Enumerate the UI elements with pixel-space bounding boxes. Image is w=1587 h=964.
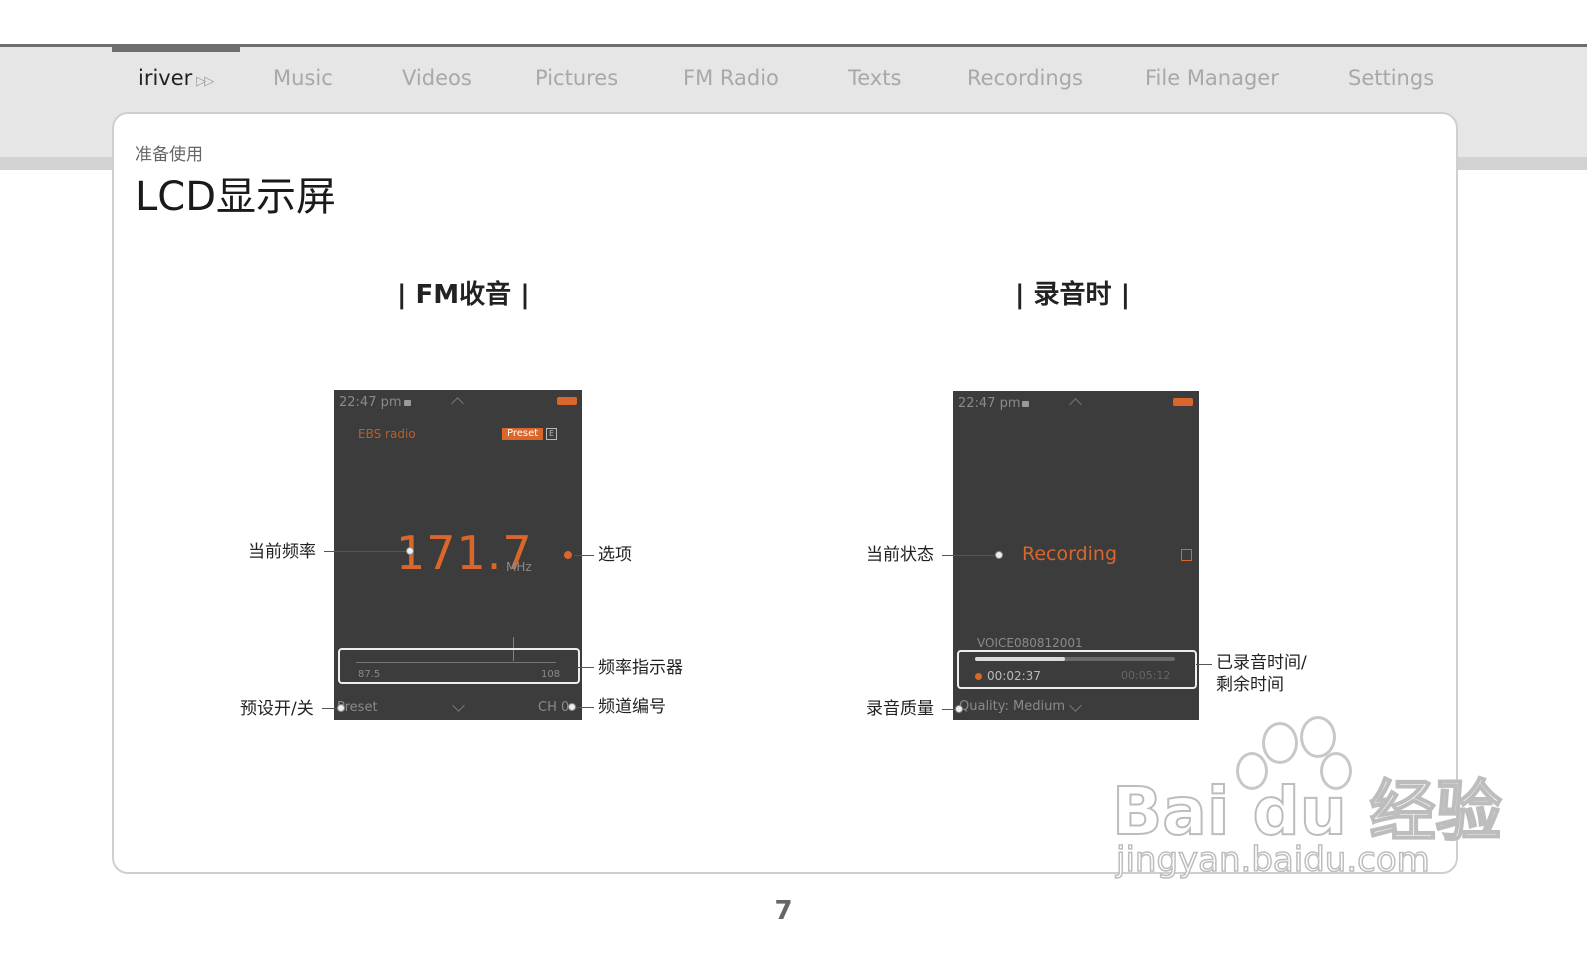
nav-item-pictures[interactable]: Pictures — [535, 66, 618, 94]
leader-freq-indicator — [578, 667, 594, 668]
lock-icon — [404, 400, 411, 406]
rec-status: Recording — [1022, 543, 1118, 565]
fm-channel: CH 0 — [538, 700, 570, 715]
rec-filename: VOICE080812001 — [977, 636, 1083, 650]
marker-current-status — [995, 551, 1003, 559]
leader-current-frequency — [324, 551, 410, 552]
paw-toe-2 — [1300, 716, 1336, 758]
option-dot — [564, 551, 572, 559]
rec-option-box — [1181, 549, 1192, 561]
rec-clock: 22:47 pm — [958, 396, 1021, 411]
marker-current-frequency — [406, 547, 414, 555]
leader-option — [574, 555, 594, 556]
fm-station-name: EBS radio — [358, 427, 416, 441]
callout-option: 选项 — [598, 545, 632, 565]
marker-channel-number — [568, 703, 576, 711]
preset-badge: Preset — [502, 428, 544, 440]
chevron-down-icon — [452, 699, 465, 712]
page-title: LCD显示屏 — [135, 174, 337, 220]
lock-icon — [1022, 401, 1029, 407]
nav-item-settings[interactable]: Settings — [1348, 66, 1434, 94]
marker-preset-toggle — [337, 704, 345, 712]
fm-section-title: | FM收音 | — [397, 280, 530, 310]
fm-unit: MHz — [506, 560, 532, 574]
nav-item-videos[interactable]: Videos — [402, 66, 472, 94]
nav-item-texts[interactable]: Texts — [848, 66, 901, 94]
watermark-url: jingyan.baidu.com — [1115, 839, 1430, 881]
callout-current-status: 当前状态 — [866, 545, 934, 565]
double-chevron-icon: ▷▷ — [196, 74, 214, 89]
nav-item-fm-radio[interactable]: FM Radio — [683, 66, 779, 94]
rec-section-title: | 录音时 | — [1015, 280, 1131, 310]
freq-indicator-highlight — [338, 648, 580, 684]
chevron-up-icon — [1069, 398, 1082, 411]
chevron-up-icon — [451, 397, 464, 410]
callout-current-frequency: 当前频率 — [248, 542, 316, 562]
callout-preset-toggle: 预设开/关 — [240, 699, 314, 719]
callout-rec-time-line2: 剩余时间 — [1216, 675, 1284, 695]
rec-quality: Quality: Medium — [959, 699, 1065, 714]
leader-channel-number — [574, 707, 594, 708]
nav-item-file-manager[interactable]: File Manager — [1145, 66, 1279, 94]
callout-rec-quality: 录音质量 — [866, 699, 934, 719]
nav-item-music[interactable]: Music — [273, 66, 333, 94]
nav-brand[interactable]: iriver ▷▷ — [138, 66, 214, 94]
chevron-down-icon — [1069, 699, 1082, 712]
rec-time-highlight — [957, 650, 1197, 689]
brand-label: iriver — [138, 66, 193, 90]
leader-rec-time — [1196, 664, 1212, 665]
battery-icon — [1173, 398, 1193, 406]
fm-clock: 22:47 pm — [339, 395, 402, 410]
callout-freq-indicator: 频率指示器 — [598, 658, 683, 678]
leader-current-status — [942, 555, 998, 556]
callout-channel-number: 频道编号 — [598, 697, 666, 717]
active-tab-marker — [112, 44, 240, 52]
nav-item-recordings[interactable]: Recordings — [967, 66, 1083, 94]
marker-rec-quality — [955, 705, 963, 713]
fm-lcd-screen: 22:47 pm EBS radio Preset E 171.7 MHz 87… — [334, 390, 582, 720]
callout-rec-time-line1: 已录音时间/ — [1216, 653, 1307, 673]
battery-icon — [557, 397, 577, 405]
preset-number-box: E — [546, 428, 557, 440]
page-number: 7 — [774, 896, 793, 926]
section-subtitle: 准备使用 — [135, 145, 203, 165]
